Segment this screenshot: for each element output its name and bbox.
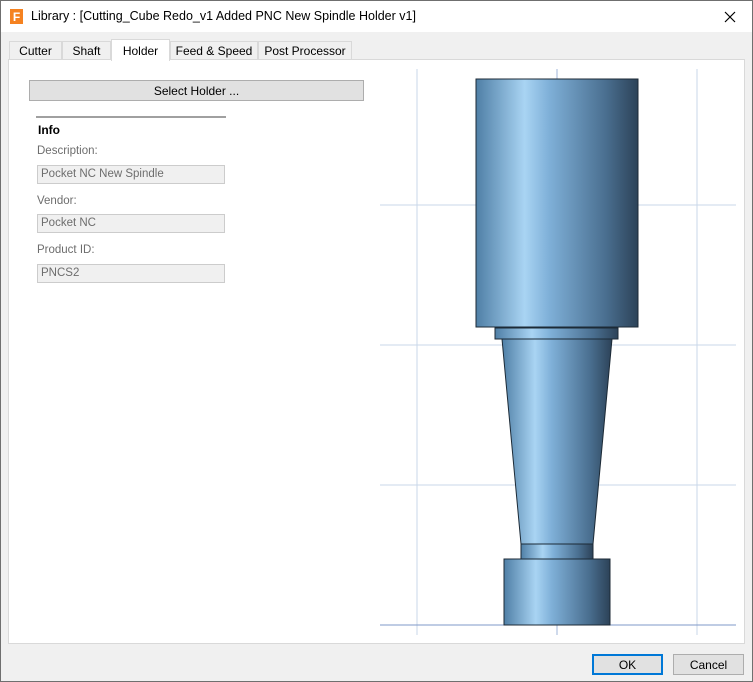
tab-cutter[interactable]: Cutter: [9, 41, 62, 60]
holder-top-cylinder: [475, 78, 639, 328]
holder-flange: [494, 327, 619, 340]
close-icon: [724, 11, 736, 22]
tab-feed-speed[interactable]: Feed & Speed: [170, 41, 258, 60]
holder-preview-viewport[interactable]: [380, 69, 736, 635]
vendor-field[interactable]: Pocket NC: [37, 214, 225, 233]
fusion-app-icon: F: [10, 9, 23, 24]
vendor-label: Vendor:: [37, 195, 77, 207]
tab-holder[interactable]: Holder: [111, 39, 170, 61]
cancel-button[interactable]: Cancel: [673, 654, 744, 675]
info-divider: [36, 116, 226, 118]
tab-shaft[interactable]: Shaft: [62, 41, 111, 60]
ok-button[interactable]: OK: [592, 654, 663, 675]
holder-base: [503, 558, 611, 626]
holder-model: [475, 78, 639, 626]
window-title: Library : [Cutting_Cube Redo_v1 Added PN…: [31, 9, 416, 23]
description-field[interactable]: Pocket NC New Spindle: [37, 165, 225, 184]
holder-taper: [501, 338, 613, 545]
info-heading: Info: [38, 123, 60, 137]
holder-neck: [520, 543, 594, 560]
tab-post-processor[interactable]: Post Processor: [258, 41, 352, 60]
select-holder-button[interactable]: Select Holder ...: [29, 80, 364, 101]
close-button[interactable]: [708, 1, 752, 32]
product-id-field[interactable]: PNCS2: [37, 264, 225, 283]
app-icon-letter: F: [13, 10, 20, 24]
holder-panel: Select Holder ... Info Description: Pock…: [8, 59, 745, 644]
product-id-label: Product ID:: [37, 244, 95, 256]
description-label: Description:: [37, 145, 98, 157]
title-bar: F Library : [Cutting_Cube Redo_v1 Added …: [1, 1, 752, 32]
library-dialog: F Library : [Cutting_Cube Redo_v1 Added …: [0, 0, 753, 682]
